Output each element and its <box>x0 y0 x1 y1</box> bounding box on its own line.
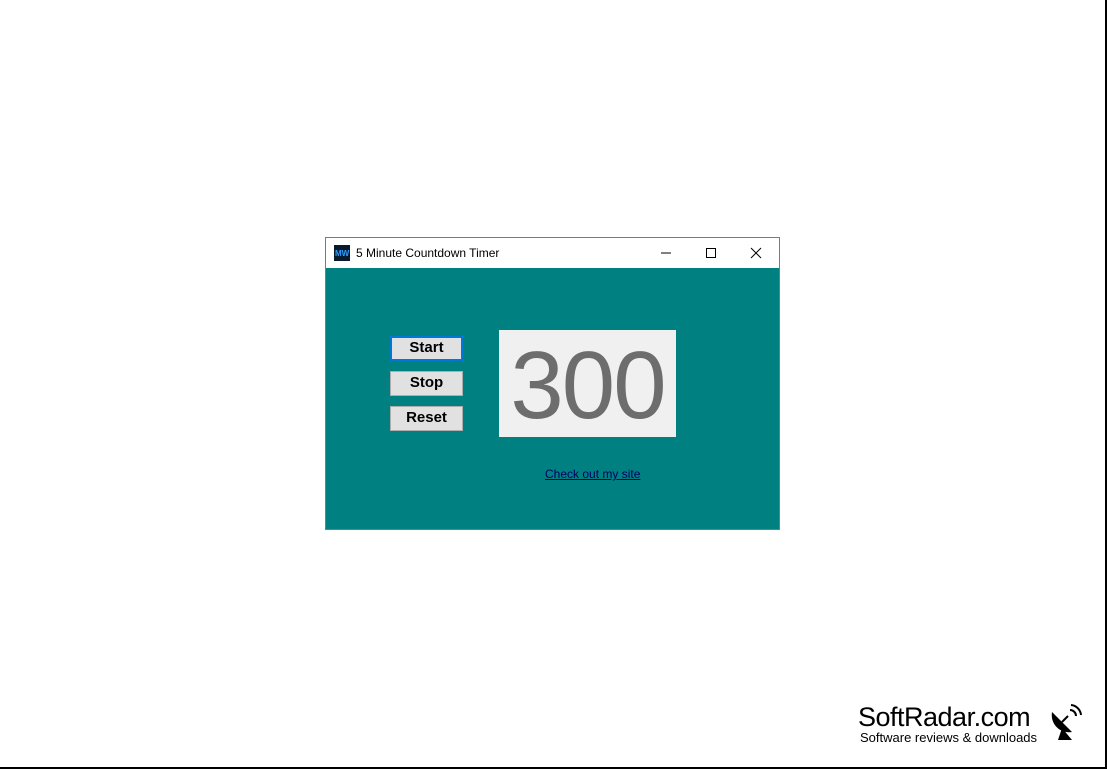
site-link[interactable]: Check out my site <box>545 467 640 481</box>
reset-button[interactable]: Reset <box>390 406 463 431</box>
close-button[interactable] <box>733 238 779 268</box>
app-icon: MW <box>334 245 350 261</box>
start-button[interactable]: Start <box>390 336 463 361</box>
title-bar[interactable]: MW 5 Minute Countdown Timer <box>326 238 779 268</box>
app-window: MW 5 Minute Countdown Timer Start Stop R… <box>325 237 780 530</box>
watermark-name: SoftRadar.com <box>858 702 1031 732</box>
countdown-display: 300 <box>499 330 676 437</box>
maximize-icon <box>706 248 716 258</box>
window-title: 5 Minute Countdown Timer <box>356 246 500 260</box>
stop-button[interactable]: Stop <box>390 371 463 396</box>
watermark-tagline: Software reviews & downloads <box>860 730 1038 745</box>
minimize-icon <box>661 252 671 254</box>
client-area: Start Stop Reset 300 Check out my site <box>326 268 779 529</box>
maximize-button[interactable] <box>688 238 734 268</box>
close-icon <box>750 247 762 259</box>
softradar-watermark: SoftRadar.com Software reviews & downloa… <box>858 702 1088 750</box>
svg-text:MW: MW <box>335 249 350 258</box>
minimize-button[interactable] <box>643 238 689 268</box>
satellite-dish-icon <box>1051 704 1082 740</box>
